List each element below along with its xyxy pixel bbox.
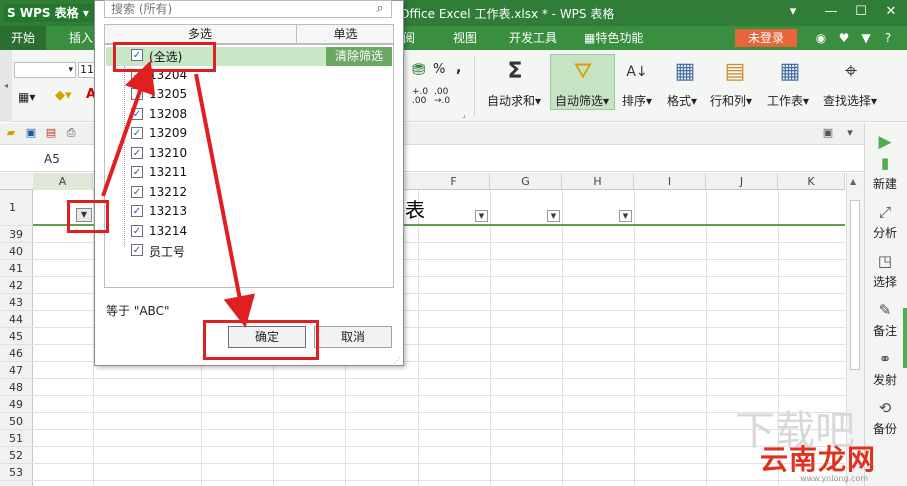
arrow-to-select-all: [101, 60, 156, 197]
watermark-site-name: 云南龙网: [760, 443, 877, 476]
watermark-url: www.ynlong.com: [800, 474, 869, 483]
arrow-to-ok: [194, 73, 256, 328]
